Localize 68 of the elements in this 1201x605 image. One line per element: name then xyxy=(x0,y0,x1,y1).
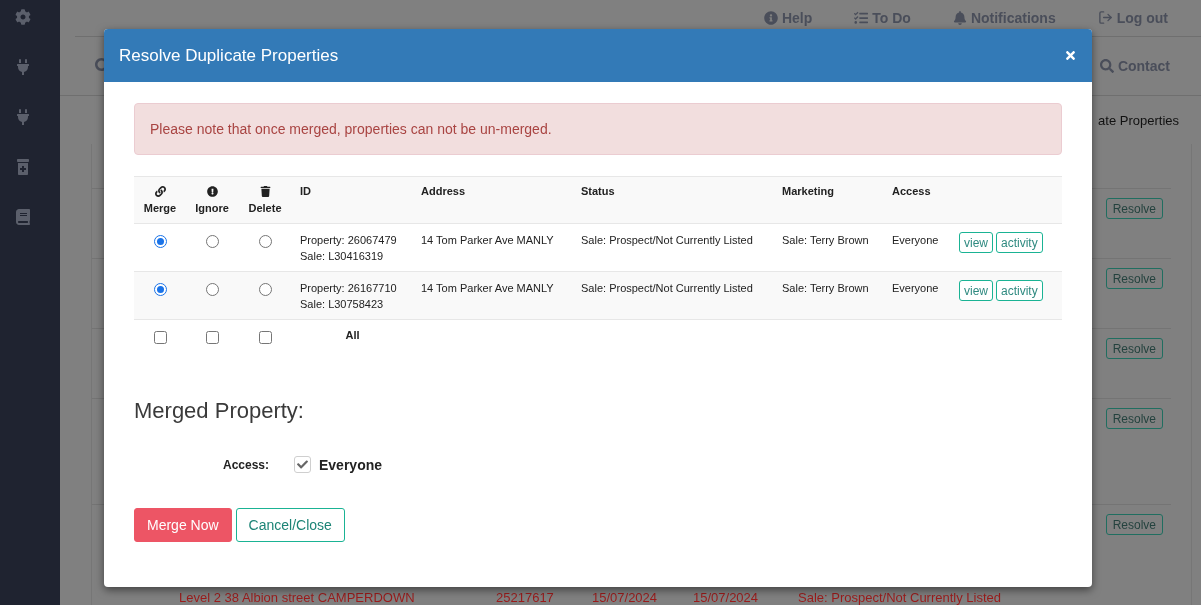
access-cell-text: Everyone xyxy=(891,233,939,248)
checkbox[interactable] xyxy=(205,331,219,344)
bell-icon xyxy=(952,10,967,25)
status-cell-text: Sale: Prospect/Not Currently Listed xyxy=(580,233,753,248)
checkbox[interactable] xyxy=(153,331,167,344)
table-cell-text: Level 2 38 Albion street CAMPERDOWN xyxy=(179,590,416,605)
info-icon xyxy=(763,10,778,25)
cancel-button[interactable]: Cancel/Close xyxy=(235,508,345,542)
radio-button[interactable] xyxy=(258,283,272,296)
radio-button[interactable] xyxy=(205,283,219,296)
radio-button[interactable] xyxy=(205,235,219,248)
column-header: ID xyxy=(299,185,311,198)
sale-id: Sale: L30758423 xyxy=(300,297,384,312)
link-icon xyxy=(154,186,166,197)
address-cell-text: 14 Tom Parker Ave MANLY xyxy=(420,233,554,248)
plug-icon[interactable] xyxy=(15,109,31,125)
book-icon[interactable] xyxy=(15,209,31,225)
status-cell-text: Sale: Prospect/Not Currently Listed xyxy=(580,281,753,296)
table-cell-text: 25217617 xyxy=(496,590,555,605)
field-label: Access: xyxy=(222,457,269,472)
sale-id: Sale: L30416319 xyxy=(300,249,384,264)
merge-button[interactable]: Merge Now xyxy=(134,508,232,542)
breadcrumb: ate Properties xyxy=(1098,112,1179,128)
table-cell-text: 15/07/2024 xyxy=(592,590,659,605)
section-heading: Merged Property: xyxy=(134,398,304,424)
column-header: Access xyxy=(891,185,931,198)
radio-button[interactable] xyxy=(153,235,167,248)
checkbox-label: Everyone xyxy=(319,456,383,473)
resolve-button[interactable]: Resolve xyxy=(1105,408,1163,429)
resolve-button[interactable]: Resolve xyxy=(1105,338,1163,359)
table-cell-text: Sale: Prospect/Not Currently Listed xyxy=(798,590,1003,605)
bottle-icon[interactable] xyxy=(15,159,31,175)
row-action-button[interactable]: activity xyxy=(996,280,1043,301)
radio-button[interactable] xyxy=(153,283,167,296)
marketing-cell-text: Sale: Terry Brown xyxy=(781,281,869,296)
resolve-button[interactable]: Resolve xyxy=(1105,198,1163,219)
check-icon xyxy=(297,459,308,470)
access-cell-text: Everyone xyxy=(891,281,939,296)
radio-button[interactable] xyxy=(258,235,272,248)
close-icon[interactable] xyxy=(1064,49,1077,62)
address-cell-text: 14 Tom Parker Ave MANLY xyxy=(420,281,554,296)
checklist-icon xyxy=(854,10,869,25)
plug-icon[interactable] xyxy=(15,59,31,75)
alert-message: Please note that once merged, properties can not be un-merged. xyxy=(134,103,1062,155)
property-id: Property: 26167710 xyxy=(300,281,397,296)
column-header: Marketing xyxy=(781,185,834,198)
column-header: Ignore xyxy=(195,202,229,215)
resolve-button[interactable]: Resolve xyxy=(1105,268,1163,289)
column-header: Merge xyxy=(143,202,177,215)
select-all-label: All xyxy=(345,328,360,343)
modal-title: Resolve Duplicate Properties xyxy=(119,45,339,66)
row-action-button[interactable]: view xyxy=(959,280,993,301)
exclamation-icon xyxy=(206,186,218,197)
settings-icon[interactable] xyxy=(15,9,31,25)
column-header: Status xyxy=(580,185,615,198)
table-cell-text: 15/07/2024 xyxy=(693,590,760,605)
resolve-button[interactable]: Resolve xyxy=(1105,514,1163,535)
row-action-button[interactable]: view xyxy=(959,232,993,253)
trash-icon xyxy=(259,186,271,197)
property-id: Property: 26067479 xyxy=(300,233,397,248)
column-header: Address xyxy=(420,185,466,198)
checkbox[interactable] xyxy=(258,331,272,344)
logout-icon xyxy=(1097,10,1113,26)
search-icon xyxy=(1099,59,1114,74)
column-header: Delete xyxy=(248,202,282,215)
row-action-button[interactable]: activity xyxy=(996,232,1043,253)
checkbox[interactable] xyxy=(294,456,311,473)
marketing-cell-text: Sale: Terry Brown xyxy=(781,233,869,248)
